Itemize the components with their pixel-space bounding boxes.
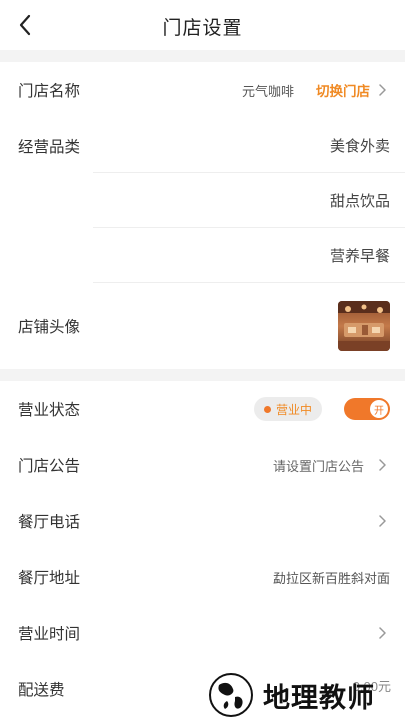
restaurant-address-value: 勐拉区新百胜斜对面 [272,570,390,586]
restaurant-address-label: 餐厅地址 [18,570,81,587]
delivery-fee-label: 配送费 [18,682,65,699]
store-name-value: 元气咖啡 [241,83,294,99]
section-gap [0,50,405,62]
switch-store-link[interactable]: 切换门店 [316,80,370,100]
store-notice-row[interactable]: 门店公告 请设置门店公告 [0,437,405,493]
category-item[interactable]: 营养早餐 [0,228,405,283]
store-avatar-image[interactable] [338,301,390,351]
toggle-text: 开 [374,405,384,417]
category-item-label: 美食外卖 [329,138,390,155]
status-badge: 营业中 [253,397,322,421]
toggle-knob: 开 [370,400,388,418]
globe-logo-icon [209,673,253,717]
store-name-label: 门店名称 [18,83,81,100]
restaurant-phone-row[interactable]: 餐厅电话 [0,493,405,549]
chevron-right-icon [379,459,386,471]
status-badge-text: 营业中 [275,402,312,417]
category-label: 经营品类 [18,138,81,156]
store-avatar-row[interactable]: 店铺头像 [0,283,405,369]
store-name-row[interactable]: 门店名称 元气咖啡 切换门店 [0,62,405,118]
category-item-label: 甜点饮品 [329,193,390,210]
category-item[interactable]: 甜点饮品 [0,173,405,228]
business-status-toggle[interactable]: 开 [344,398,390,420]
category-item-label: 营养早餐 [329,248,390,265]
watermark-text: 地理教师 [263,682,375,714]
status-dot-icon [263,405,271,413]
page-title: 门店设置 [162,18,243,39]
store-notice-placeholder: 请设置门店公告 [272,458,364,474]
store-notice-label: 门店公告 [18,458,81,475]
restaurant-phone-label: 餐厅电话 [18,514,81,531]
business-status-row: 营业状态 营业中 开 [0,381,405,437]
section-gap [0,369,405,381]
store-avatar-label: 店铺头像 [18,319,81,336]
chevron-right-icon [379,627,386,639]
business-status-label: 营业状态 [18,402,81,419]
chevron-right-icon [379,84,386,96]
watermark: 地理教师 [205,670,405,720]
restaurant-address-row[interactable]: 餐厅地址 勐拉区新百胜斜对面 [0,549,405,605]
category-item[interactable]: 经营品类 美食外卖 [0,118,405,173]
header: 门店设置 [0,0,405,50]
chevron-right-icon [379,515,386,527]
business-hours-row[interactable]: 营业时间 [0,605,405,661]
business-hours-label: 营业时间 [18,626,81,643]
